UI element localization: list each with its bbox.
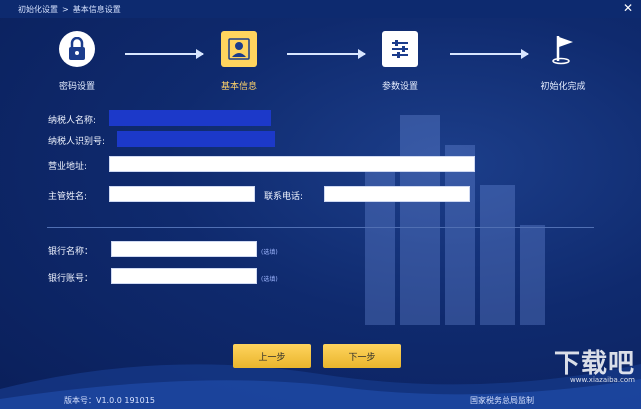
close-icon[interactable]: ✕ [623, 1, 633, 15]
step-label: 初始化完成 [540, 82, 586, 92]
step-password: 密码设置 [32, 31, 122, 92]
step-complete: 初始化完成 [518, 31, 608, 92]
breadcrumb-root[interactable]: 初始化设置 [18, 4, 58, 15]
version-text: 版本号：V1.0.0 191015 [64, 396, 155, 405]
manager-name-label: 主管姓名: [48, 192, 88, 202]
taxpayer-id-field[interactable] [117, 131, 275, 147]
taxpayer-name-label: 纳税人名称: [48, 116, 97, 126]
step-arrow [287, 49, 366, 59]
bank-account-label: 银行账号： [48, 274, 94, 284]
bank-name-field[interactable] [111, 241, 257, 257]
business-address-label: 营业地址: [48, 162, 88, 172]
taxpayer-name-field[interactable] [109, 110, 271, 126]
step-label: 密码设置 [58, 82, 95, 92]
step-label: 参数设置 [381, 82, 418, 92]
bank-name-label: 银行名称： [48, 247, 94, 257]
step-label: 基本信息 [220, 82, 257, 92]
breadcrumb-separator: > [62, 4, 69, 14]
person-card-icon [221, 31, 257, 67]
sliders-icon [382, 31, 418, 67]
taxpayer-id-label: 纳税人识别号: [48, 137, 106, 147]
step-arrow [450, 49, 529, 59]
city-skyline-decoration [365, 115, 545, 325]
bank-account-optional-hint: (选填) [261, 276, 278, 283]
step-params: 参数设置 [355, 31, 445, 92]
breadcrumb: 初始化设置 > 基本信息设置 [18, 4, 121, 15]
watermark-text: 下载吧 [553, 349, 635, 379]
breadcrumb-current: 基本信息设置 [72, 4, 121, 14]
flag-icon [545, 31, 581, 67]
next-step-button[interactable]: 下一步 [323, 344, 401, 368]
phone-field[interactable] [324, 186, 470, 202]
business-address-field[interactable] [109, 156, 475, 172]
watermark-logo: 下载吧 www.xiazaiba.com [554, 343, 635, 384]
lock-icon [59, 31, 95, 67]
step-basic-info: 基本信息 [194, 31, 284, 92]
previous-step-button[interactable]: 上一步 [233, 344, 311, 368]
bank-name-optional-hint: (选填) [261, 249, 278, 256]
bank-account-field[interactable] [111, 268, 257, 284]
section-divider [47, 227, 594, 228]
step-arrow [125, 49, 204, 59]
manager-name-field[interactable] [109, 186, 255, 202]
title-bar: 初始化设置 > 基本信息设置 ✕ [0, 0, 641, 18]
phone-label: 联系电话: [264, 192, 304, 202]
authority-text: 国家税务总局监制 [470, 396, 534, 405]
